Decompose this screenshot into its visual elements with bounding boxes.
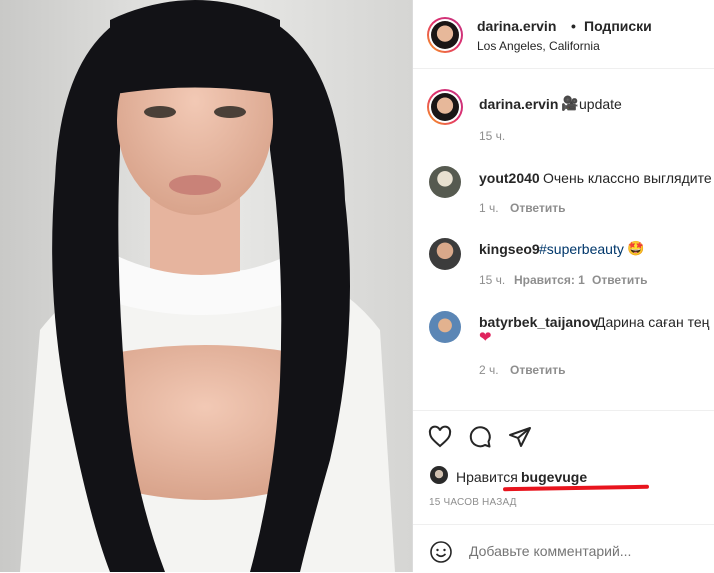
separator-dot: • xyxy=(571,18,576,34)
author-username[interactable]: darina.ervin xyxy=(477,18,556,34)
reply-button[interactable]: Ответить xyxy=(510,201,565,215)
comment-time[interactable]: 15 ч. xyxy=(479,273,505,287)
post-side-panel: darina.ervin • Подписки Los Angeles, Cal… xyxy=(412,0,714,572)
liker-username[interactable]: bugevuge xyxy=(521,469,587,485)
reply-button[interactable]: Ответить xyxy=(510,363,565,377)
hashtag-link[interactable]: #superbeauty xyxy=(539,241,624,257)
location-link[interactable]: Los Angeles, California xyxy=(477,39,600,53)
heart-emoji: ❤ xyxy=(479,329,492,346)
post-timestamp[interactable]: 15 ЧАСОВ НАЗАД xyxy=(429,497,517,508)
share-icon[interactable] xyxy=(507,425,533,449)
caption-username[interactable]: darina.ervin xyxy=(479,96,558,112)
post-header: darina.ervin • Подписки Los Angeles, Cal… xyxy=(413,0,714,69)
comment-text: Очень классно выглядите xyxy=(543,170,712,186)
follow-status-button[interactable]: Подписки xyxy=(584,18,652,34)
author-avatar[interactable] xyxy=(427,17,463,53)
comment-username[interactable]: yout2040 xyxy=(479,170,540,186)
caption-text: update xyxy=(579,96,622,112)
comment-likes[interactable]: Нравится: 1 xyxy=(514,273,585,287)
comment-avatar[interactable] xyxy=(429,311,461,343)
star-struck-emoji: 🤩 xyxy=(627,240,645,256)
comment-icon[interactable] xyxy=(467,425,493,449)
likes-prefix: Нравится xyxy=(456,469,518,485)
reply-button[interactable]: Ответить xyxy=(592,273,647,287)
heart-icon[interactable] xyxy=(427,425,453,449)
action-bar xyxy=(413,410,714,461)
woman-portrait-image xyxy=(0,0,412,572)
comment-input-bar xyxy=(413,524,714,573)
camera-emoji: 🎥 xyxy=(561,95,579,111)
post-photo[interactable] xyxy=(0,0,412,572)
liker-avatar[interactable] xyxy=(430,466,448,484)
emoji-icon[interactable] xyxy=(429,540,453,564)
comment-time[interactable]: 2 ч. xyxy=(479,363,499,377)
comment-username[interactable]: batyrbek_taijanov xyxy=(479,314,598,330)
comment-time[interactable]: 1 ч. xyxy=(479,201,499,215)
caption-time[interactable]: 15 ч. xyxy=(479,129,505,143)
comment-username[interactable]: kingseo9 xyxy=(479,241,540,257)
red-underline-annotation xyxy=(502,484,650,492)
comment-avatar[interactable] xyxy=(429,238,461,270)
caption-avatar[interactable] xyxy=(427,89,463,125)
comment-input[interactable] xyxy=(467,539,707,563)
comment-avatar[interactable] xyxy=(429,166,461,198)
comment-text: Дарина саған тең xyxy=(596,314,710,330)
